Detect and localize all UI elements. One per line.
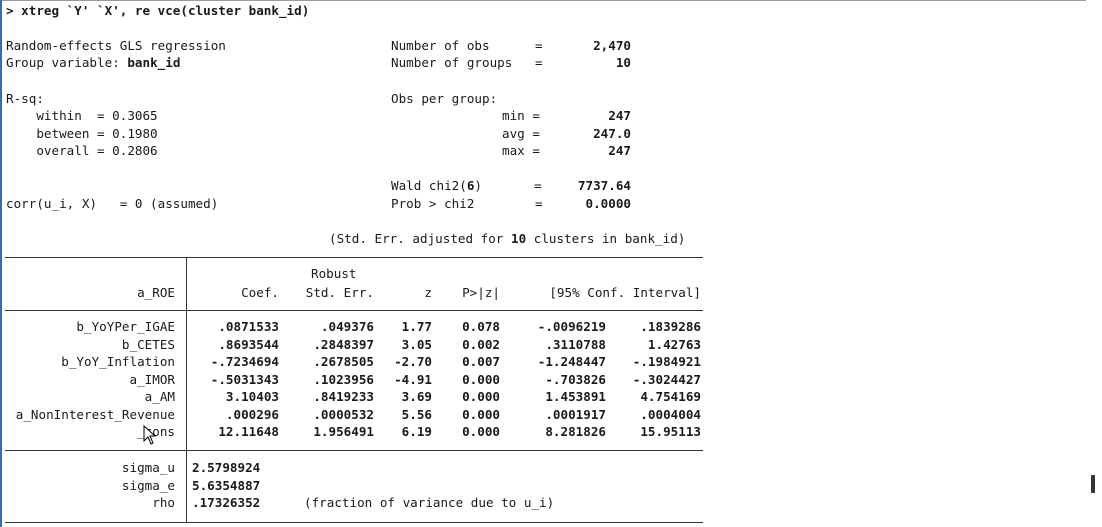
table-top-rule xyxy=(5,257,703,258)
ngroups-label: Number of groups = xyxy=(391,55,543,70)
ngroups-value: 10 xyxy=(615,55,631,70)
col-coef-header: Coef. xyxy=(241,285,279,300)
col-z-header: z xyxy=(424,285,432,300)
avg-label: avg = xyxy=(502,126,540,141)
coef-row-coef: .8693544 xyxy=(218,336,279,352)
coef-row-coef: -.7234694 xyxy=(210,354,279,369)
wald-value: 7737.64 xyxy=(577,178,631,193)
coef-row-hi: 1.42763 xyxy=(647,336,701,352)
coef-row-p: 0.002 xyxy=(462,336,500,352)
coef-row-label: b_YoY_Inflation xyxy=(61,354,175,369)
coef-row-p: 0.000 xyxy=(462,424,500,439)
coef-row-p: 0.000 xyxy=(462,371,500,387)
sigma-u-value: 2.5798924 xyxy=(192,460,261,475)
coef-row-se: .2848397 xyxy=(313,336,374,352)
coef-row-z: 3.69 xyxy=(401,389,432,404)
sigma-e-label: sigma_e xyxy=(121,478,175,493)
coef-row-hi: .0004004 xyxy=(640,406,701,422)
scrollbar-thumb[interactable] xyxy=(1091,475,1095,493)
coef-row-p: 0.000 xyxy=(462,406,500,422)
coef-row-lo: -1.248447 xyxy=(537,354,606,369)
top-border xyxy=(2,0,1088,1)
coef-row-p: 0.007 xyxy=(462,354,500,369)
rho-value: .17326352 xyxy=(192,495,261,510)
coef-row-hi: 4.754169 xyxy=(640,389,701,404)
coef-row-z: 1.77 xyxy=(401,319,432,334)
prob-value: 0.0000 xyxy=(585,196,632,211)
table-bottom-rule xyxy=(5,522,703,523)
coef-row-label: a_AM xyxy=(144,389,175,404)
depvar-header: a_ROE xyxy=(137,285,175,300)
rsq-label: R-sq: xyxy=(6,91,44,106)
coef-row-coef: .0871533 xyxy=(218,319,279,334)
wald-label: Wald chi2(6) xyxy=(391,178,483,193)
nobs-value: 2,470 xyxy=(593,38,631,53)
obs-per-group-label: Obs per group: xyxy=(391,91,498,106)
rsq-between: between = 0.1980 xyxy=(6,126,158,141)
coef-row-label: b_YoYPer_IGAE xyxy=(76,319,175,334)
group-variable-line: Group variable: bank_id xyxy=(6,55,181,70)
coef-row-lo: -.0096219 xyxy=(537,319,606,334)
wald-eq: = xyxy=(534,178,542,193)
coef-row-z: 6.19 xyxy=(401,424,432,439)
coef-row-se: 1.956491 xyxy=(313,424,374,439)
results-window: > xtreg `Y' `X', re vce(cluster bank_id)… xyxy=(0,0,1088,527)
coef-row-coef: -.5031343 xyxy=(210,371,279,387)
coef-row-hi: -.1984921 xyxy=(632,354,701,369)
coef-row-z: 5.56 xyxy=(401,406,432,422)
vertical-scrollbar[interactable] xyxy=(1086,0,1102,527)
rho-label: rho xyxy=(152,495,175,510)
coef-row-lo: .3110788 xyxy=(545,336,606,352)
prob-label: Prob > chi2 = xyxy=(391,196,543,211)
coef-row-coef: .000296 xyxy=(225,406,279,422)
command-line: > xtreg `Y' `X', re vce(cluster bank_id) xyxy=(6,3,310,18)
coef-row-hi: .1839286 xyxy=(640,319,701,334)
corr-line: corr(u_i, X) = 0 (assumed) xyxy=(6,196,219,211)
col-ci-header: [95% Conf. Interval] xyxy=(549,285,701,300)
model-title: Random-effects GLS regression xyxy=(6,38,226,53)
coef-row-lo: 1.453891 xyxy=(545,389,606,404)
stderr-note: (Std. Err. adjusted for 10 clusters in b… xyxy=(329,231,686,246)
sigma-u-label: sigma_u xyxy=(121,460,175,475)
rsq-within: within = 0.3065 xyxy=(6,108,158,123)
table-header-rule xyxy=(5,310,703,311)
max-label: max = xyxy=(502,143,540,158)
coef-row-coef: 12.11648 xyxy=(218,424,279,439)
min-label: min = xyxy=(502,108,540,123)
avg-value: 247.0 xyxy=(593,126,631,141)
coef-row-lo: .0001917 xyxy=(545,406,606,422)
coef-row-lo: 8.281826 xyxy=(545,424,606,439)
coef-row-se: .0000532 xyxy=(313,406,374,422)
rho-note: (fraction of variance due to u_i) xyxy=(304,495,555,510)
coef-row-p: 0.078 xyxy=(462,319,500,334)
coef-row-label: a_IMOR xyxy=(129,371,176,387)
coef-row-z: -2.70 xyxy=(394,354,432,369)
max-value: 247 xyxy=(608,143,631,158)
coef-row-lo: -.703826 xyxy=(545,371,606,387)
mouse-cursor-icon xyxy=(143,425,157,445)
coef-row-se: .1023956 xyxy=(313,371,374,387)
coef-row-p: 0.000 xyxy=(462,389,500,404)
col-p-header: P>|z| xyxy=(462,285,500,300)
nobs-label: Number of obs = xyxy=(391,38,543,53)
coef-row-se: .2678505 xyxy=(313,354,374,369)
coef-row-label: b_CETES xyxy=(121,336,175,352)
table-coef-rule xyxy=(5,450,703,451)
coef-row-z: 3.05 xyxy=(401,336,432,352)
coef-row-coef: 3.10403 xyxy=(225,389,279,404)
coef-row-se: .8419233 xyxy=(313,389,374,404)
min-value: 247 xyxy=(608,108,631,123)
coef-row-se: .049376 xyxy=(320,319,374,334)
coef-row-label: a_NonInterest_Revenue xyxy=(15,406,175,422)
coef-row-z: -4.91 xyxy=(394,371,432,387)
col-se-header: Std. Err. xyxy=(305,285,374,300)
robust-label: Robust xyxy=(311,266,357,281)
sigma-e-value: 5.6354887 xyxy=(192,478,261,493)
coef-row-hi: -.3024427 xyxy=(632,371,701,387)
coef-row-hi: 15.95113 xyxy=(640,424,701,439)
rsq-overall: overall = 0.2806 xyxy=(6,143,158,158)
